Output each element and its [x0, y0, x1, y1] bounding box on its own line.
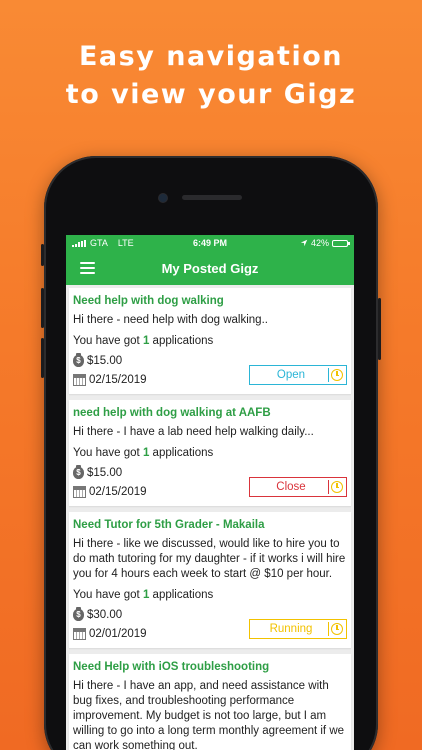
gig-title[interactable]: Need Help with iOS troubleshooting — [73, 660, 347, 675]
calendar-icon — [73, 485, 86, 498]
calendar-icon — [73, 373, 86, 386]
gig-applications[interactable]: You have got 1 applications — [73, 334, 347, 349]
gig-description: Hi there - I have a lab need help walkin… — [73, 426, 314, 438]
location-arrow-icon — [300, 239, 308, 247]
nav-bar: My Posted Gigz — [66, 251, 354, 285]
money-bag-icon: $ — [73, 352, 84, 367]
gig-card[interactable]: Need Help with iOS troubleshooting Hi the… — [69, 654, 351, 750]
status-separator — [328, 368, 329, 382]
status-left: GTA LTE — [72, 238, 134, 248]
phone-frame: GTA LTE 6:49 PM 42% My Posted Gigz Need … — [41, 156, 381, 750]
gig-title[interactable]: need help with dog walking at AAFB — [73, 406, 347, 421]
applications-count: 1 — [142, 335, 150, 347]
signal-strength-icon — [72, 239, 86, 247]
phone-power-button — [378, 298, 381, 360]
applications-prefix: You have got — [73, 447, 140, 459]
applications-prefix: You have got — [73, 335, 140, 347]
money-bag-icon: $ — [73, 606, 84, 621]
gig-description: Hi there - need help with dog walking.. — [73, 314, 268, 326]
gig-card[interactable]: Need Tutor for 5th Grader - Makaila Hi th… — [69, 512, 351, 648]
battery-percent: 42% — [310, 238, 329, 248]
gig-status-label: Close — [276, 481, 306, 493]
applications-suffix: applications — [152, 589, 214, 601]
applications-suffix: applications — [152, 335, 214, 347]
gig-title[interactable]: Need Tutor for 5th Grader - Makaila — [73, 518, 347, 533]
status-separator — [328, 622, 329, 636]
phone-volume-down-button — [41, 338, 44, 378]
gig-description: Hi there - like we discussed, would like… — [73, 538, 346, 580]
carrier-name: GTA — [90, 238, 108, 248]
status-bar: GTA LTE 6:49 PM 42% — [66, 235, 354, 251]
network-type: LTE — [117, 238, 134, 248]
gig-price: $15.00 — [87, 466, 123, 479]
page-title: My Posted Gigz — [161, 260, 259, 276]
clock-icon — [331, 623, 343, 635]
gig-card[interactable]: Need help with dog walking Hi there - nee… — [69, 288, 351, 394]
gig-status-button-running[interactable]: Running — [249, 619, 347, 639]
calendar-icon — [73, 627, 86, 640]
gig-status-button-open[interactable]: Open — [249, 365, 347, 385]
gig-status-label: Running — [269, 623, 313, 635]
clock-icon — [331, 369, 343, 381]
earpiece-speaker — [182, 195, 242, 200]
promo-headline-line-1: Easy navigation — [78, 41, 343, 72]
gig-price: $30.00 — [87, 608, 123, 621]
status-separator — [328, 480, 329, 494]
gig-applications[interactable]: You have got 1 applications — [73, 446, 347, 461]
gig-status-label: Open — [276, 369, 306, 381]
gig-description: Hi there - I have an app, and need assis… — [73, 680, 345, 750]
applications-count: 1 — [142, 589, 150, 601]
money-bag-icon: $ — [73, 464, 84, 479]
applications-prefix: You have got — [73, 589, 140, 601]
phone-volume-up-button — [41, 288, 44, 328]
clock-icon — [331, 481, 343, 493]
phone-mute-switch — [41, 244, 44, 266]
app-screen: GTA LTE 6:49 PM 42% My Posted Gigz Need … — [66, 235, 354, 750]
gig-price: $15.00 — [87, 354, 123, 367]
gig-status-button-close[interactable]: Close — [249, 477, 347, 497]
battery-icon — [332, 239, 350, 247]
gig-card[interactable]: need help with dog walking at AAFB Hi the… — [69, 400, 351, 506]
promo-headline: Easy navigation to view your Gigz — [0, 38, 422, 114]
front-camera — [159, 194, 167, 202]
applications-suffix: applications — [152, 447, 214, 459]
gig-date: 02/01/2019 — [89, 627, 147, 640]
status-right: 42% — [300, 238, 350, 248]
applications-count: 1 — [142, 447, 150, 459]
gig-date: 02/15/2019 — [89, 373, 147, 386]
gig-list: Need help with dog walking Hi there - nee… — [66, 288, 354, 750]
gig-date: 02/15/2019 — [89, 485, 147, 498]
gig-title[interactable]: Need help with dog walking — [73, 294, 347, 309]
gig-applications[interactable]: You have got 1 applications — [73, 588, 347, 603]
hamburger-menu-icon[interactable] — [80, 262, 95, 274]
promo-headline-line-2: to view your Gigz — [65, 79, 357, 110]
